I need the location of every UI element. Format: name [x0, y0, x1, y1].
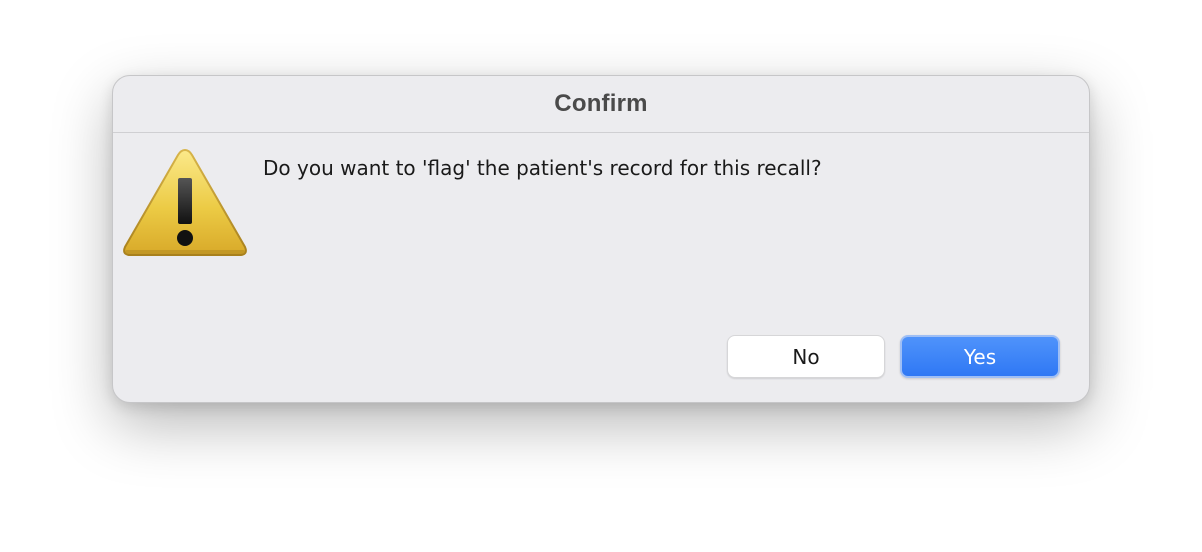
dialog-message: Do you want to 'flag' the patient's reco…: [263, 156, 822, 180]
warning-icon: [119, 144, 251, 262]
yes-button[interactable]: Yes: [900, 335, 1060, 378]
no-button-label: No: [792, 344, 820, 369]
confirm-dialog: Confirm Do you want to 'flag' the patien…: [112, 75, 1090, 403]
no-button[interactable]: No: [727, 335, 885, 378]
dialog-title-bar: Confirm: [113, 76, 1089, 133]
dialog-title: Confirm: [554, 90, 648, 117]
yes-button-label: Yes: [963, 344, 997, 369]
